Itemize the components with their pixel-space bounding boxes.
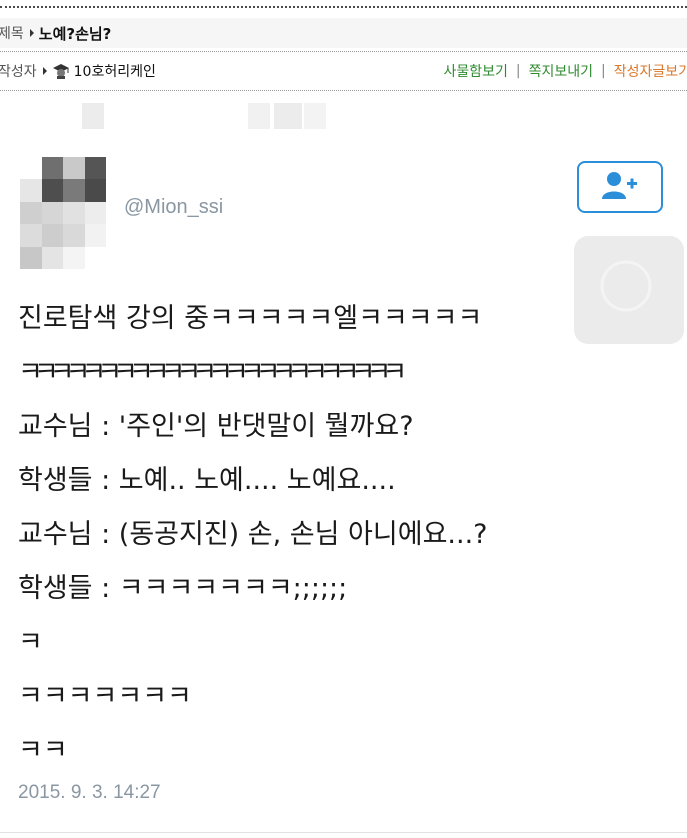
graduate-cap-icon [52,62,70,80]
author-label: 작성자 [0,64,37,80]
user-handle[interactable]: @Mion_ssi [124,196,223,219]
tweet-line: 진로탐색 강의 중ㅋㅋㅋㅋㅋ엘ㅋㅋㅋㅋㅋ [18,303,483,334]
row-divider [0,90,687,91]
top-dotted-border [0,6,687,8]
send-message-link[interactable]: 쪽지보내기 [529,61,593,81]
tweet-line: ㅋㅋㅋㅋㅋㅋㅋ [18,681,192,712]
tweet-body: 진로탐색 강의 중ㅋㅋㅋㅋㅋ엘ㅋㅋㅋㅋㅋ ㅋㅋㅋㅋㅋㅋㅋㅋㅋㅋㅋㅋㅋㅋㅋㅋㅋㅋㅋ… [18,292,578,778]
blurred-region [248,103,270,129]
tweet-line: ㅋㅋㅋㅋㅋㅋㅋㅋㅋㅋㅋㅋㅋㅋㅋㅋㅋㅋㅋㅋㅋㅋㅋㅋ [18,357,407,388]
author-name[interactable]: 10호허리케인 [74,61,156,81]
add-user-icon [600,170,640,204]
arrow-right-icon [42,67,47,75]
link-separator: | [601,63,606,79]
blurred-region [82,103,104,129]
post-title-row: 제목 노예?손님? [0,18,687,48]
bottom-divider [0,832,687,833]
arrow-right-icon [29,29,34,37]
screenshot-page: 제목 노예?손님? 작성자 10호허리케인 사물함보기 | 쪽지보내기 | 작성… [0,0,687,838]
tweet-line: ㅋㅋ [18,735,68,766]
blurred-thumbnail [574,236,684,344]
follow-button[interactable] [577,161,663,213]
post-author-row: 작성자 10호허리케인 사물함보기 | 쪽지보내기 | 작성자글보기 [0,56,687,86]
tweet-line: ㅋ [18,627,43,658]
author-posts-link[interactable]: 작성자글보기 [614,61,687,81]
link-separator: | [515,63,521,79]
avatar[interactable] [20,157,106,269]
tweet-line: 교수님 : '주인'의 반댓말이 뭘까요? [18,411,414,442]
blurred-region [304,103,326,129]
row-divider [0,51,687,52]
tweet-timestamp[interactable]: 2015. 9. 3. 14:27 [18,782,161,804]
post-title: 노예?손님? [38,24,112,43]
title-label: 제목 [0,26,24,42]
blurred-region [274,103,302,129]
author-actions: 사물함보기 | 쪽지보내기 | 작성자글보기 [443,56,687,86]
tweet-line: 학생들 : 노예.. 노예.... 노예요.... [18,465,396,496]
locker-link[interactable]: 사물함보기 [443,61,507,81]
tweet-line: 교수님 : (동공지진) 손, 손님 아니에요...? [18,519,488,550]
tweet-line: 학생들 : ㅋㅋㅋㅋㅋㅋㅋ;;;;;; [18,573,348,604]
